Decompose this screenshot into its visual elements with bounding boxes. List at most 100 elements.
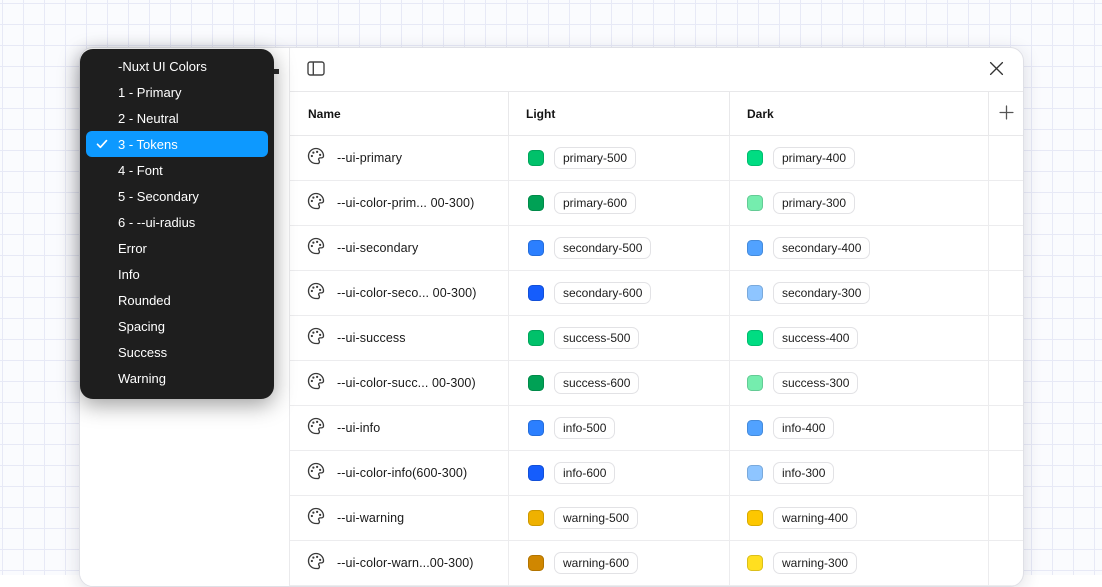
light-value-cell: warning-500 xyxy=(508,496,729,540)
dark-value-cell: warning-300 xyxy=(729,541,988,585)
light-color-swatch[interactable] xyxy=(528,150,544,166)
light-color-swatch[interactable] xyxy=(528,240,544,256)
dark-color-swatch[interactable] xyxy=(747,330,763,346)
dark-token-badge[interactable]: success-300 xyxy=(773,372,858,394)
table-row[interactable]: --ui-warning warning-500 warning-400 xyxy=(290,496,1023,541)
dark-value-cell: info-400 xyxy=(729,406,988,450)
light-color-swatch[interactable] xyxy=(528,555,544,571)
table-row[interactable]: --ui-color-succ... 00-300) success-600 s… xyxy=(290,361,1023,406)
dark-color-swatch[interactable] xyxy=(747,195,763,211)
light-token-badge[interactable]: success-600 xyxy=(554,372,639,394)
light-color-swatch[interactable] xyxy=(528,510,544,526)
menu-item[interactable]: 6 - --ui-radius xyxy=(86,209,268,235)
light-token-badge[interactable]: secondary-500 xyxy=(554,237,651,259)
table-row[interactable]: --ui-info info-500 info-400 xyxy=(290,406,1023,451)
dark-color-swatch[interactable] xyxy=(747,150,763,166)
palette-icon xyxy=(307,147,325,170)
light-color-swatch[interactable] xyxy=(528,330,544,346)
menu-item[interactable]: Info xyxy=(86,261,268,287)
dark-token-badge[interactable]: primary-400 xyxy=(773,147,855,169)
dark-token-badge[interactable]: primary-300 xyxy=(773,192,855,214)
column-header-dark: Dark xyxy=(729,92,988,135)
sidebar-toggle-button[interactable] xyxy=(305,59,327,81)
dark-token-badge[interactable]: info-300 xyxy=(773,462,834,484)
light-value-cell: success-500 xyxy=(508,316,729,360)
dark-value-cell: primary-300 xyxy=(729,181,988,225)
light-color-swatch[interactable] xyxy=(528,420,544,436)
table-row[interactable]: --ui-color-prim... 00-300) primary-600 p… xyxy=(290,181,1023,226)
dark-token-badge[interactable]: secondary-300 xyxy=(773,282,870,304)
variable-name-cell: --ui-secondary xyxy=(290,226,508,270)
menu-item[interactable]: -Nuxt UI Colors xyxy=(86,53,268,79)
dark-color-swatch[interactable] xyxy=(747,510,763,526)
table-row[interactable]: --ui-color-info(600-300) info-600 info-3… xyxy=(290,451,1023,496)
dark-color-swatch[interactable] xyxy=(747,240,763,256)
close-button[interactable] xyxy=(987,59,1006,81)
palette-icon xyxy=(307,282,325,305)
light-token-badge[interactable]: info-600 xyxy=(554,462,615,484)
light-token-badge[interactable]: primary-600 xyxy=(554,192,636,214)
table-row[interactable]: --ui-secondary secondary-500 secondary-4… xyxy=(290,226,1023,271)
light-token-badge[interactable]: warning-500 xyxy=(554,507,638,529)
menu-item[interactable]: 2 - Neutral xyxy=(86,105,268,131)
light-token-badge[interactable]: primary-500 xyxy=(554,147,636,169)
light-token-badge[interactable]: warning-600 xyxy=(554,552,638,574)
menu-item-label: -Nuxt UI Colors xyxy=(118,59,207,74)
menu-item[interactable]: Error xyxy=(86,235,268,261)
empty-cell xyxy=(988,136,1023,180)
light-value-cell: secondary-500 xyxy=(508,226,729,270)
table-row[interactable]: --ui-color-warn...00-300) warning-600 wa… xyxy=(290,541,1023,586)
table-row[interactable]: --ui-success success-500 success-400 xyxy=(290,316,1023,361)
dark-token-badge[interactable]: warning-400 xyxy=(773,507,857,529)
light-token-badge[interactable]: success-500 xyxy=(554,327,639,349)
dark-token-badge[interactable]: secondary-400 xyxy=(773,237,870,259)
menu-item-label: Spacing xyxy=(118,319,165,334)
table-row[interactable]: --ui-color-seco... 00-300) secondary-600… xyxy=(290,271,1023,316)
light-token-badge[interactable]: secondary-600 xyxy=(554,282,651,304)
menu-item[interactable]: 4 - Font xyxy=(86,157,268,183)
palette-icon xyxy=(307,327,325,350)
sidebar-toggle-icon xyxy=(307,61,325,79)
dark-token-badge[interactable]: warning-300 xyxy=(773,552,857,574)
dark-token-badge[interactable]: info-400 xyxy=(773,417,834,439)
empty-cell xyxy=(988,316,1023,360)
add-mode-button[interactable] xyxy=(997,103,1016,125)
light-value-cell: success-600 xyxy=(508,361,729,405)
variable-name-cell: --ui-success xyxy=(290,316,508,360)
light-color-swatch[interactable] xyxy=(528,195,544,211)
dark-color-swatch[interactable] xyxy=(747,285,763,301)
light-color-swatch[interactable] xyxy=(528,285,544,301)
menu-item[interactable]: Spacing xyxy=(86,313,268,339)
dark-color-swatch[interactable] xyxy=(747,375,763,391)
menu-item[interactable]: 1 - Primary xyxy=(86,79,268,105)
light-color-swatch[interactable] xyxy=(528,465,544,481)
menu-item[interactable]: Rounded xyxy=(86,287,268,313)
variables-table-area: Name Light Dark --ui-primary pr xyxy=(290,48,1023,586)
panel-toolbar xyxy=(290,48,1023,92)
menu-item-label: 2 - Neutral xyxy=(118,111,179,126)
variable-name-cell: --ui-info xyxy=(290,406,508,450)
menu-item[interactable]: Success xyxy=(86,339,268,365)
table-body: --ui-primary primary-500 primary-400 --u… xyxy=(290,136,1023,586)
light-value-cell: primary-500 xyxy=(508,136,729,180)
empty-cell xyxy=(988,451,1023,495)
variable-name: --ui-color-seco... 00-300) xyxy=(337,286,476,300)
menu-item[interactable]: 5 - Secondary xyxy=(86,183,268,209)
light-color-swatch[interactable] xyxy=(528,375,544,391)
menu-item-label: 4 - Font xyxy=(118,163,163,178)
light-token-badge[interactable]: info-500 xyxy=(554,417,615,439)
variable-name-cell: --ui-warning xyxy=(290,496,508,540)
palette-icon xyxy=(307,507,325,530)
menu-item[interactable]: 3 - Tokens xyxy=(86,131,268,157)
dark-color-swatch[interactable] xyxy=(747,420,763,436)
variable-name: --ui-primary xyxy=(337,151,402,165)
table-row[interactable]: --ui-primary primary-500 primary-400 xyxy=(290,136,1023,181)
variable-name: --ui-color-info(600-300) xyxy=(337,466,467,480)
palette-icon xyxy=(307,372,325,395)
dark-token-badge[interactable]: success-400 xyxy=(773,327,858,349)
menu-item[interactable]: Warning xyxy=(86,365,268,391)
dark-color-swatch[interactable] xyxy=(747,555,763,571)
empty-cell xyxy=(988,406,1023,450)
dark-color-swatch[interactable] xyxy=(747,465,763,481)
column-header-name: Name xyxy=(290,92,508,135)
